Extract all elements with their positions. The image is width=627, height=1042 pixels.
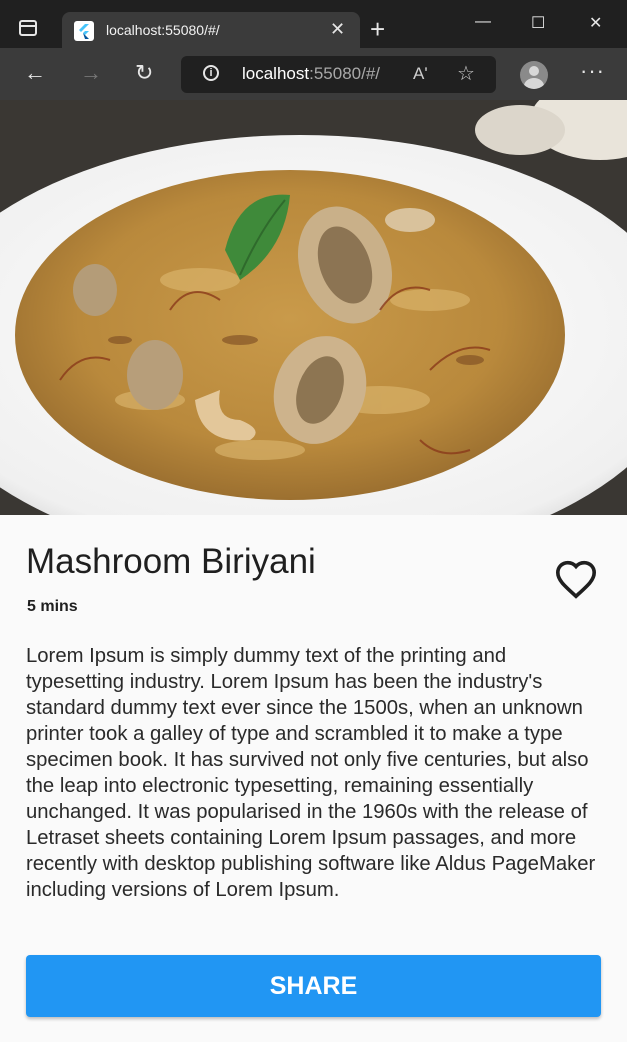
window-close-icon[interactable]: ✕	[589, 13, 602, 33]
browser-toolbar: ← → ↻ i localhost:55080/#/ Aʹ ☆ ···	[0, 48, 627, 100]
recipe-time: 5 mins	[27, 598, 78, 615]
maximize-icon[interactable]: ☐	[531, 13, 545, 33]
browser-tab[interactable]: localhost:55080/#/ ✕	[62, 12, 360, 48]
site-info-icon[interactable]: i	[203, 65, 219, 81]
forward-icon[interactable]: →	[80, 60, 102, 86]
profile-avatar-icon[interactable]	[520, 61, 548, 89]
reload-icon[interactable]: ↻	[135, 60, 153, 86]
recipe-description: Lorem Ipsum is simply dummy text of the …	[26, 645, 596, 901]
address-bar[interactable]: i localhost:55080/#/ Aʹ ☆	[181, 56, 496, 93]
url-path: :55080/#/	[309, 64, 381, 83]
address-url: localhost:55080/#/	[242, 64, 380, 84]
new-tab-icon[interactable]: +	[370, 14, 385, 44]
favorite-heart-icon[interactable]	[554, 559, 598, 604]
close-tab-icon[interactable]: ✕	[330, 19, 345, 40]
share-button[interactable]: SHARE	[26, 955, 601, 1017]
browser-tab-strip: localhost:55080/#/ ✕ + — ☐ ✕	[0, 0, 627, 48]
read-aloud-icon[interactable]: Aʹ	[413, 64, 428, 84]
app-viewport: Mashroom Biriyani 5 mins Lorem Ipsum is …	[0, 100, 627, 1042]
tab-actions-icon[interactable]	[19, 20, 37, 36]
more-menu-icon[interactable]: ···	[580, 58, 605, 84]
flutter-favicon-icon	[74, 21, 94, 41]
recipe-title: Mashroom Biriyani	[26, 542, 316, 581]
minimize-icon[interactable]: —	[475, 13, 491, 31]
url-host: localhost	[242, 64, 310, 83]
back-icon[interactable]: ←	[24, 60, 46, 86]
tab-title: localhost:55080/#/	[106, 22, 220, 38]
recipe-image	[0, 100, 627, 515]
add-favorite-icon[interactable]: ☆	[457, 61, 475, 86]
